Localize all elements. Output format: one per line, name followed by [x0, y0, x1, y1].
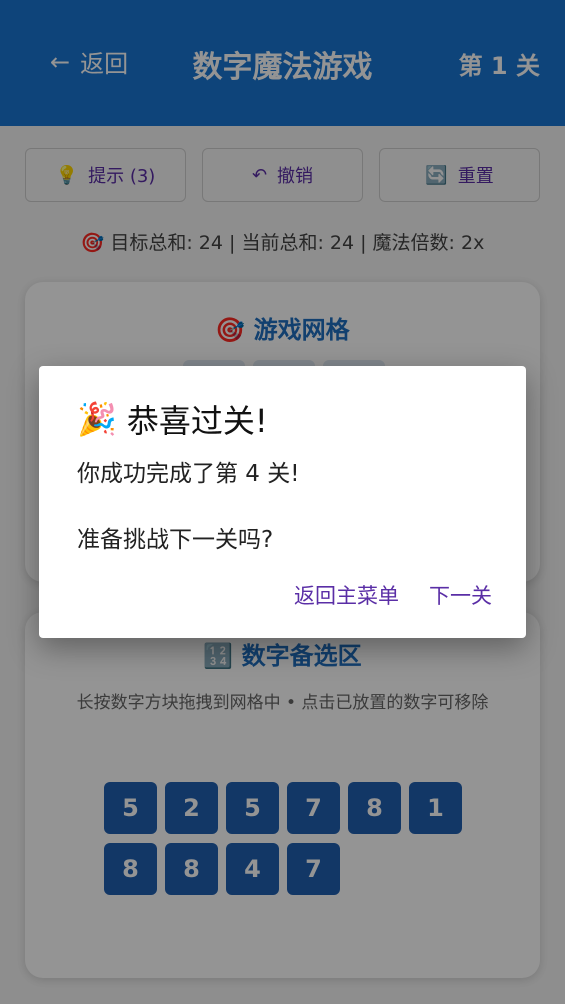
dialog-message: 你成功完成了第 4 关! [77, 461, 300, 487]
party-popper-icon: 🎉 [77, 400, 117, 438]
dialog-actions: 返回主菜单 下一关 [294, 580, 492, 610]
dialog-prompt: 准备挑战下一关吗? [77, 527, 274, 553]
level-complete-dialog: 🎉 恭喜过关! 你成功完成了第 4 关! 准备挑战下一关吗? 返回主菜单 下一关 [39, 366, 526, 638]
dialog-title: 🎉 恭喜过关! [77, 396, 268, 442]
dialog-title-text: 恭喜过关! [126, 402, 268, 440]
main-menu-button[interactable]: 返回主菜单 [294, 580, 399, 610]
next-level-button[interactable]: 下一关 [429, 580, 492, 610]
